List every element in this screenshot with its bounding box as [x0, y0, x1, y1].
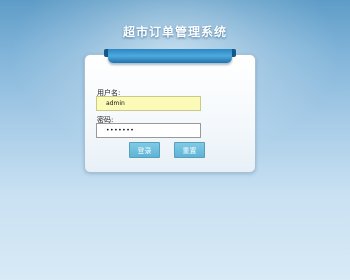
password-input[interactable]: •••••••: [96, 123, 201, 138]
reset-button[interactable]: 重置: [174, 142, 205, 158]
page-title: 超市订单管理系统: [122, 25, 227, 39]
username-input[interactable]: admin: [96, 96, 201, 111]
login-panel: [84, 54, 256, 173]
login-button[interactable]: 登录: [129, 142, 160, 158]
panel-ribbon: [108, 49, 232, 63]
